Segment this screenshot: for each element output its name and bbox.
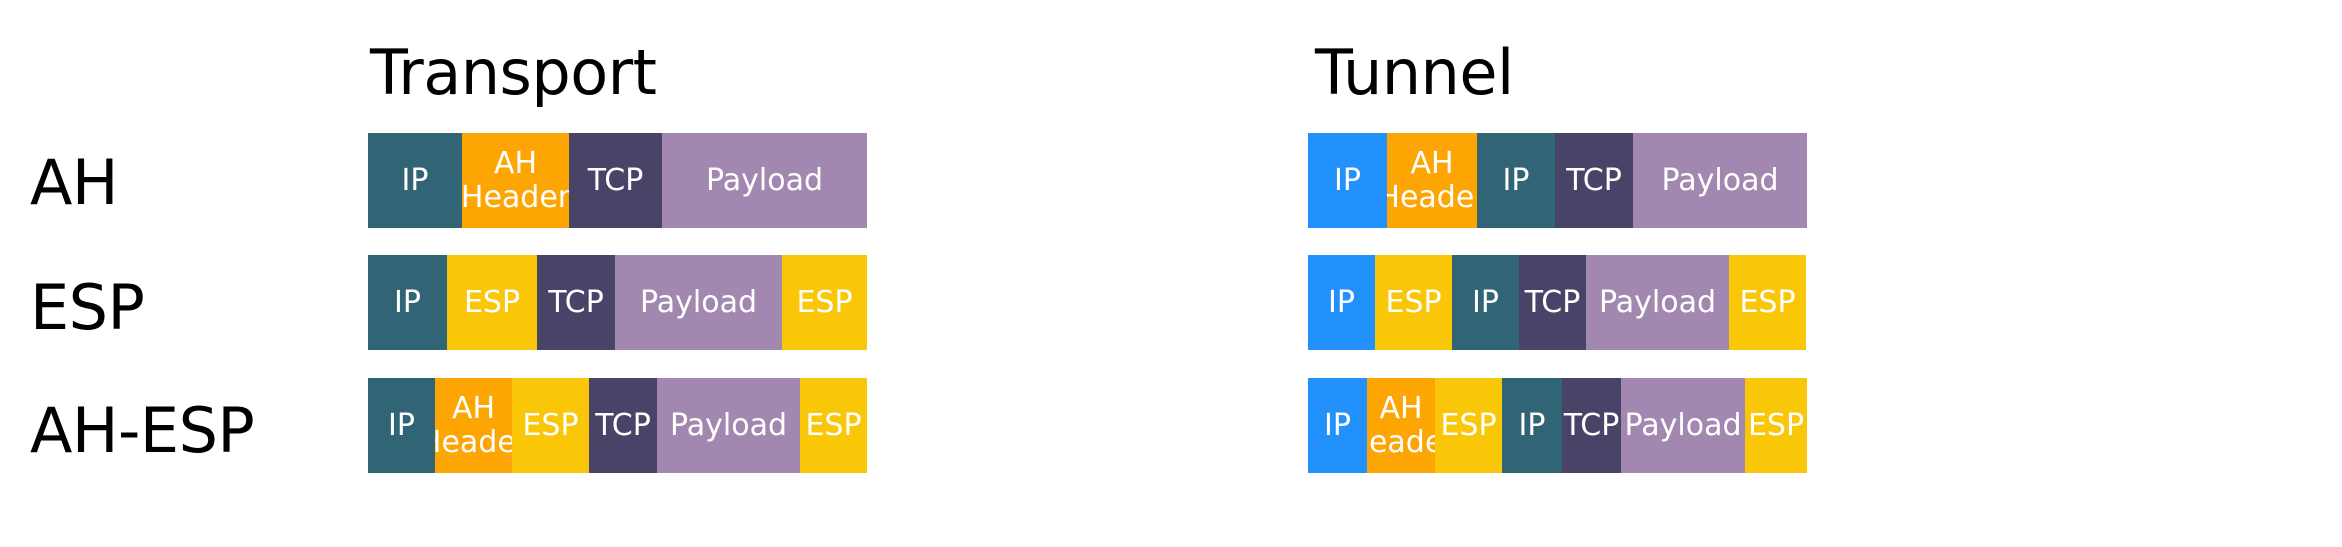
packet-field-esp: ESP: [447, 255, 537, 350]
packet-field-tcp: TCP: [1562, 378, 1621, 473]
packet-field-ip: IP: [1308, 255, 1375, 350]
column-heading-tunnel: Tunnel: [1315, 36, 1514, 109]
packet-field-tcp: TCP: [569, 133, 662, 228]
ipsec-packet-format-diagram: Transport Tunnel AH ESP AH-ESP IP AH Head…: [0, 0, 2342, 547]
packet-field-ah-header: AH Header: [1367, 378, 1435, 473]
packet-field-tcp: TCP: [1555, 133, 1633, 228]
row-label-ah: AH: [30, 146, 119, 219]
packet-field-esp: ESP: [512, 378, 589, 473]
packet-field-payload: Payload: [1586, 255, 1729, 350]
packet-field-esp: ESP: [1435, 378, 1502, 473]
packet-field-ah-header: AH Header: [462, 133, 569, 228]
packet-row-esp-tunnel: IP ESP IP TCP Payload ESP: [1308, 255, 1806, 350]
packet-row-ah-tunnel: IPAH HeaderIPTCPPayload: [1308, 133, 1807, 228]
packet-field-esp: ESP: [1729, 255, 1806, 350]
packet-field-tcp: TCP: [537, 255, 615, 350]
column-heading-transport: Transport: [370, 36, 657, 109]
packet-field-esp: ESP: [782, 255, 867, 350]
packet-field-payload: Payload: [657, 378, 800, 473]
packet-field-payload: Payload: [1621, 378, 1745, 473]
packet-field-esp: ESP: [1375, 255, 1452, 350]
packet-field-ip: IP: [1308, 378, 1367, 473]
packet-field-payload: Payload: [662, 133, 867, 228]
packet-field-ip: IP: [368, 255, 447, 350]
packet-field-ip: IP: [1308, 133, 1387, 228]
packet-field-ip: IP: [1477, 133, 1555, 228]
packet-field-ip: IP: [368, 133, 462, 228]
row-label-ah-esp: AH-ESP: [30, 394, 255, 467]
packet-field-ip: IP: [368, 378, 435, 473]
packet-field-tcp: TCP: [1519, 255, 1586, 350]
packet-field-payload: Payload: [615, 255, 782, 350]
packet-row-ah-esp-transport: IPAH HeaderESPTCPPayloadESP: [368, 378, 867, 473]
packet-field-esp: ESP: [1745, 378, 1807, 473]
packet-field-ip: IP: [1502, 378, 1562, 473]
packet-row-esp-transport: IP ESP TCP Payload ESP: [368, 255, 867, 350]
packet-field-ip: IP: [1452, 255, 1519, 350]
packet-field-payload: Payload: [1633, 133, 1807, 228]
packet-field-tcp: TCP: [589, 378, 657, 473]
packet-field-esp: ESP: [800, 378, 867, 473]
packet-row-ah-transport: IP AH Header TCP Payload: [368, 133, 867, 228]
row-label-esp: ESP: [30, 271, 145, 344]
packet-field-ah-header: AH Header: [1387, 133, 1477, 228]
packet-row-ah-esp-tunnel: IPAH HeaderESPIPTCPPayloadESP: [1308, 378, 1807, 473]
packet-field-ah-header: AH Header: [435, 378, 512, 473]
